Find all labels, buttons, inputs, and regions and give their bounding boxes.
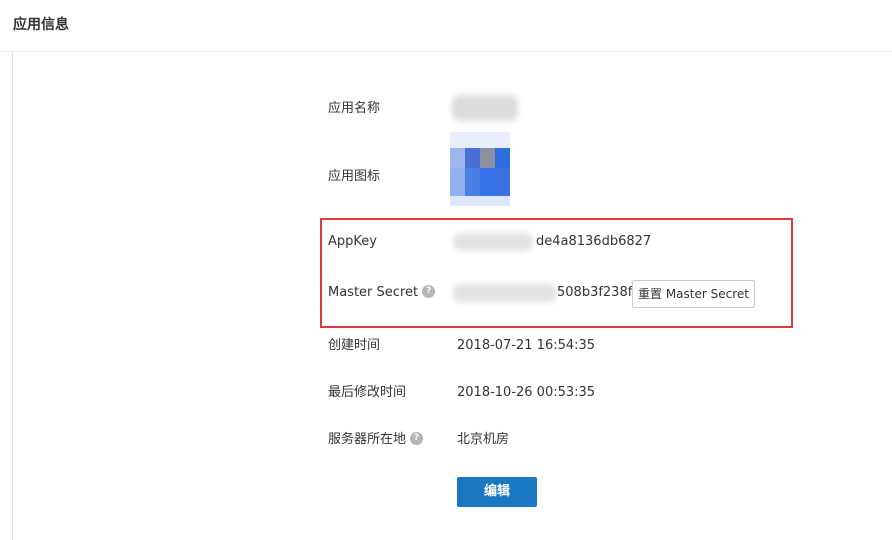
server-location-label-text: 服务器所在地 [328,432,407,447]
question-circle-icon[interactable]: ? [422,285,436,298]
modified-time-label: 最后修改时间 [328,385,407,400]
server-location-value: 北京机房 [457,432,510,447]
app-key-value: de4a8136db6827 [536,234,652,249]
page-title: 应用信息 [13,17,69,33]
modified-time-value: 2018-10-26 00:53:35 [457,385,596,400]
master-secret-redacted [453,284,557,302]
edit-button[interactable]: 编辑 [457,477,537,507]
app-icon [450,132,510,206]
master-secret-label-text: Master Secret [328,285,419,300]
created-time-value: 2018-07-21 16:54:35 [457,338,596,353]
page-header: 应用信息 [0,0,892,52]
question-circle-icon[interactable]: ? [410,432,424,445]
app-key-redacted [453,233,533,251]
master-secret-value: 508b3f238f [557,285,633,300]
app-name-value-redacted [452,95,518,121]
app-icon-label: 应用图标 [328,169,381,184]
server-location-label: 服务器所在地? [328,431,424,449]
reset-master-secret-button[interactable]: 重置 Master Secret [632,280,755,308]
app-key-label: AppKey [328,234,377,249]
created-time-label: 创建时间 [328,338,381,353]
app-name-label: 应用名称 [328,101,381,116]
master-secret-label: Master Secret? [328,284,436,302]
